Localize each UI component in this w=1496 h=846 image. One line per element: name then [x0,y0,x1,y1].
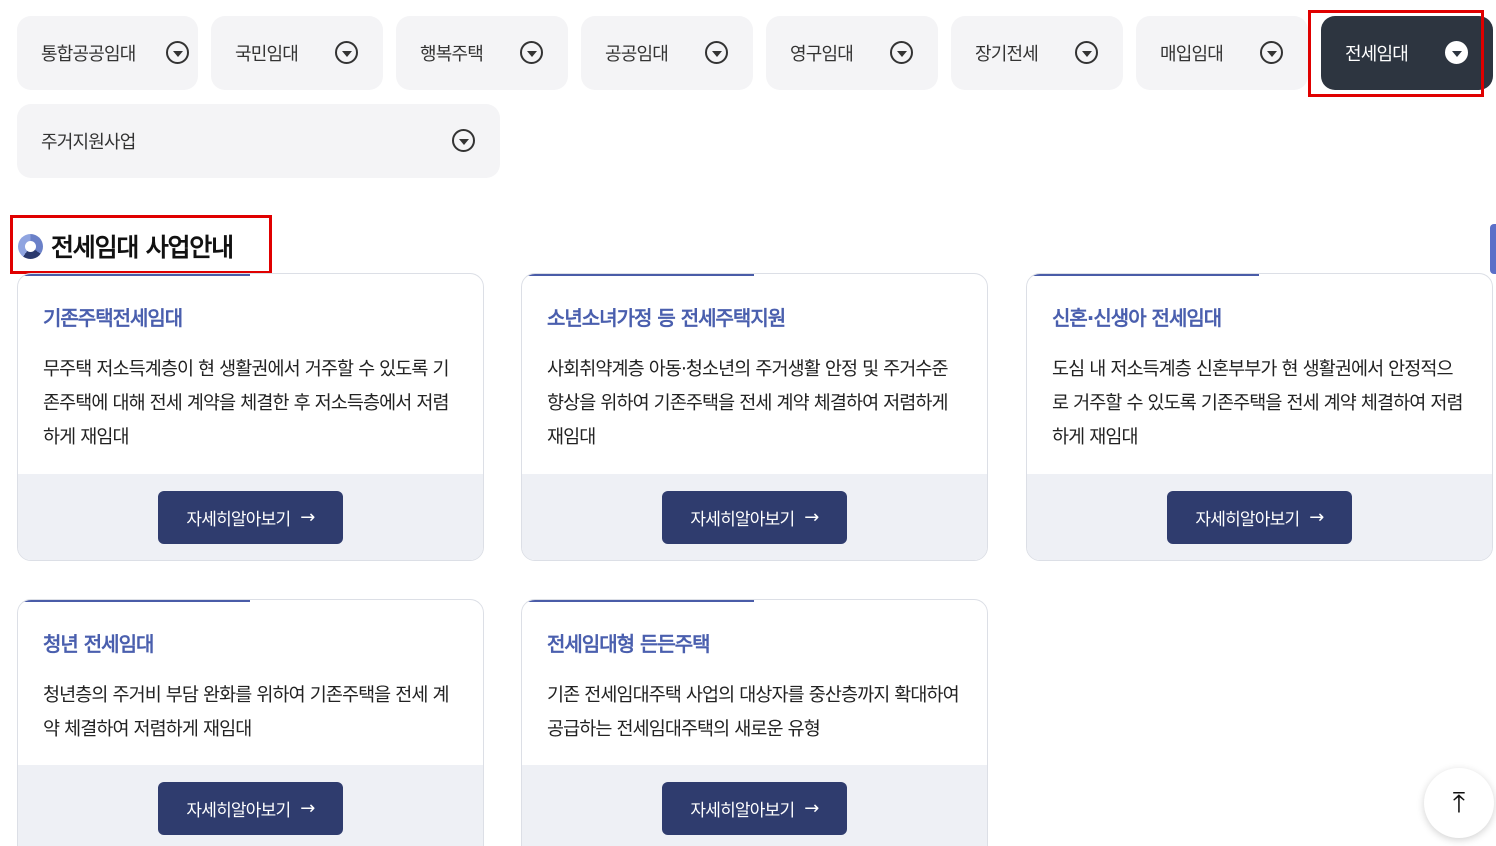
chevron-down-icon [1075,41,1098,64]
arrow-right-icon: → [804,506,819,528]
card-footer: 자세히알아보기 → [18,474,483,560]
program-card: 신혼·신생아 전세임대 도심 내 저소득계층 신혼부부가 현 생활권에서 안정적… [1026,273,1493,561]
card-description: 청년층의 주거비 부담 완화를 위하여 기존주택을 전세 계약 체결하여 저렴하… [43,685,450,740]
card-title: 소년소녀가정 등 전세주택지원 [547,306,786,330]
chevron-down-icon [335,41,358,64]
details-button-label: 자세히알아보기 [690,801,795,821]
chevron-down-icon [520,41,543,64]
program-card: 청년 전세임대 청년층의 주거비 부담 완화를 위하여 기존주택을 전세 계약 … [17,599,484,846]
card-description: 사회취약계층 아동·청소년의 주거생활 안정 및 주거수준 향상을 위하여 기존… [547,359,949,448]
card-description: 기존 전세임대주택 사업의 대상자를 중산층까지 확대하여 공급하는 전세임대주… [547,685,960,740]
arrow-right-icon: → [1309,506,1324,528]
page-title: 전세임대 사업안내 [51,233,234,262]
card-title: 신혼·신생아 전세임대 [1052,306,1222,330]
chevron-down-icon [705,41,728,64]
details-button-label: 자세히알아보기 [186,509,291,530]
card-title: 전세임대형 든든주택 [547,632,711,656]
tab-public-rental[interactable]: 공공임대 [581,16,753,90]
program-card: 소년소녀가정 등 전세주택지원 사회취약계층 아동·청소년의 주거생활 안정 및… [521,273,988,561]
card-accent-line [18,600,250,602]
card-accent-line [522,274,754,276]
card-title: 청년 전세임대 [43,632,154,656]
details-button[interactable]: 자세히알아보기 → [1167,490,1352,544]
card-description: 도심 내 저소득계층 신혼부부가 현 생활권에서 안정적으로 거주할 수 있도록… [1052,359,1464,448]
details-button-label: 자세히알아보기 [1195,509,1300,530]
program-card: 전세임대형 든든주택 기존 전세임대주택 사업의 대상자를 중산층까지 확대하여… [521,599,988,846]
tab-happy-housing[interactable]: 행복주택 [396,16,568,90]
card-title: 기존주택전세임대 [43,306,183,330]
card-footer: 자세히알아보기 → [522,474,987,560]
chevron-down-icon [452,129,475,152]
tab-label: 공공임대 [605,44,669,65]
chevron-down-icon [1260,41,1283,64]
tab-jeonse-rental[interactable]: 전세임대 [1321,16,1493,90]
tab-label: 장기전세 [975,44,1039,65]
card-footer: 자세히알아보기 → [522,765,987,846]
card-footer: 자세히알아보기 → [18,765,483,846]
tab-purchase-rental[interactable]: 매입임대 [1136,16,1308,90]
chevron-down-icon [1445,41,1468,64]
card-description: 무주택 저소득계층이 현 생활권에서 거주할 수 있도록 기존주택에 대해 전세… [43,359,450,448]
side-tab-handle[interactable] [1490,224,1496,274]
arrow-up-to-top-icon: ⤒ [1452,786,1466,819]
section-title: 전세임대 사업안내 [18,228,234,264]
details-button[interactable]: 자세히알아보기 → [158,782,343,835]
details-button[interactable]: 자세히알아보기 → [662,782,847,835]
program-card: 기존주택전세임대 무주택 저소득계층이 현 생활권에서 거주할 수 있도록 기존… [17,273,484,561]
arrow-right-icon: → [300,798,315,819]
chevron-down-icon [166,41,189,64]
tab-label: 주거지원사업 [41,132,136,153]
tab-label: 전세임대 [1345,44,1409,65]
card-footer: 자세히알아보기 → [1027,474,1492,560]
tab-label: 행복주택 [420,44,484,65]
details-button-label: 자세히알아보기 [690,509,795,530]
card-accent-line [1027,274,1259,276]
tab-label: 국민임대 [235,44,299,65]
tab-label: 매입임대 [1160,44,1224,65]
tab-housing-support[interactable]: 주거지원사업 [17,104,500,178]
chevron-down-icon [890,41,913,64]
tab-label: 영구임대 [790,44,854,65]
section-logo-icon [18,233,43,259]
scroll-top-button[interactable]: ⤒ [1424,768,1494,838]
details-button[interactable]: 자세히알아보기 → [662,490,847,544]
tab-label: 통합공공임대 [41,44,136,65]
arrow-right-icon: → [300,506,315,528]
details-button-label: 자세히알아보기 [186,801,291,821]
details-button[interactable]: 자세히알아보기 → [158,490,343,544]
tab-permanent-rental[interactable]: 영구임대 [766,16,938,90]
tab-national-rental[interactable]: 국민임대 [211,16,383,90]
arrow-right-icon: → [804,798,819,819]
card-accent-line [522,600,754,602]
tab-long-term-jeonse[interactable]: 장기전세 [951,16,1123,90]
card-accent-line [18,274,250,276]
tab-integrated-public-rental[interactable]: 통합공공임대 [17,16,198,90]
